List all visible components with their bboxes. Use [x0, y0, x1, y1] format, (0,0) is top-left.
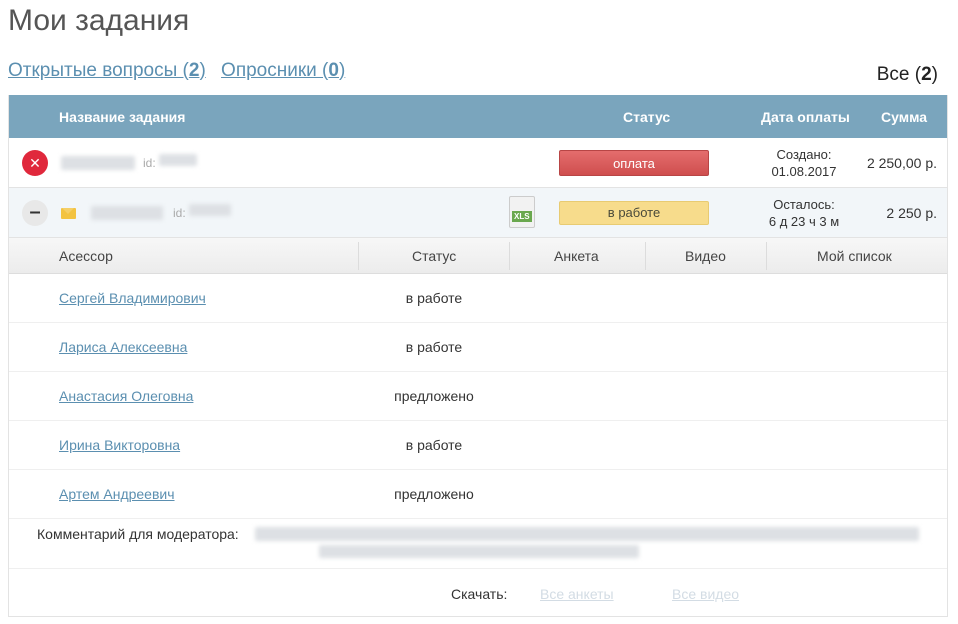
task-row-expanded[interactable]: – id: XLS в работе Осталось: 6 д 23 ч 3 …	[9, 188, 947, 238]
envelope-icon	[61, 208, 76, 219]
assessor-link[interactable]: Анастасия Олеговна	[59, 388, 193, 404]
comment-label: Комментарий для модератора:	[37, 526, 239, 542]
download-all-forms-link[interactable]: Все анкеты	[540, 586, 614, 602]
col-my-list: Мой список	[817, 248, 892, 264]
assessor-row: Ирина Викторовна в работе	[9, 421, 947, 470]
all-filter[interactable]: Все (2)	[877, 64, 938, 86]
header-status: Статус	[623, 109, 671, 125]
assessor-status: в работе	[405, 437, 463, 453]
task-date: Создано: 01.08.2017	[754, 146, 854, 180]
task-row[interactable]: ✕ id: оплата Создано: 01.08.2017 2 250,0…	[9, 138, 947, 188]
assessor-row: Артем Андреевич предложено	[9, 470, 947, 519]
tab-questionnaires[interactable]: Опросники (0)	[221, 60, 345, 81]
assessor-row: Сергей Владимирович в работе	[9, 274, 947, 323]
task-title-redacted	[61, 156, 135, 170]
assessor-status: предложено	[394, 486, 474, 502]
time-left-label: Осталось:	[773, 197, 835, 212]
date-label: Создано:	[776, 147, 832, 162]
col-status: Статус	[412, 248, 457, 264]
tab-open-questions[interactable]: Открытые вопросы (2)	[8, 60, 206, 81]
task-title-redacted	[91, 206, 163, 220]
task-time-left: Осталось: 6 д 23 ч 3 м	[754, 196, 854, 230]
tabs: Открытые вопросы (2) Опросники (0)	[8, 60, 355, 82]
header-sum: Сумма	[881, 109, 928, 125]
assessor-link[interactable]: Артем Андреевич	[59, 486, 175, 502]
header-name: Название задания	[59, 109, 186, 125]
cancel-icon[interactable]: ✕	[22, 150, 48, 176]
column-divider	[358, 242, 359, 270]
time-left-value: 6 д 23 ч 3 м	[768, 214, 840, 229]
xls-file-icon[interactable]: XLS	[509, 196, 535, 228]
task-sum: 2 250,00 р.	[866, 155, 937, 171]
tasks-table: Название задания Статус Дата оплаты Сумм…	[8, 95, 948, 617]
column-divider	[766, 242, 767, 270]
date-value: 01.08.2017	[771, 164, 837, 179]
assessor-link[interactable]: Лариса Алексеевна	[59, 339, 187, 355]
download-label: Скачать:	[451, 586, 508, 602]
page-title: Мои задания	[8, 4, 190, 37]
collapse-icon[interactable]: –	[22, 200, 48, 226]
download-bar: Скачать: Все анкеты Все видео	[9, 569, 947, 618]
status-button-pay[interactable]: оплата	[559, 150, 709, 176]
task-sum: 2 250 р.	[886, 205, 937, 221]
comment-text-redacted	[255, 527, 919, 541]
assessor-status: в работе	[405, 290, 463, 306]
assessor-link[interactable]: Сергей Владимирович	[59, 290, 206, 306]
task-id-redacted	[189, 204, 231, 216]
column-divider	[509, 242, 510, 270]
assessor-row: Лариса Алексеевна в работе	[9, 323, 947, 372]
download-all-videos-link[interactable]: Все видео	[672, 586, 739, 602]
col-form: Анкета	[554, 248, 599, 264]
column-divider	[645, 242, 646, 270]
assessor-header: Асессор Статус Анкета Видео Мой список	[9, 238, 947, 274]
assessor-row: Анастасия Олеговна предложено	[9, 372, 947, 421]
task-id-label: id:	[143, 156, 156, 170]
table-header: Название задания Статус Дата оплаты Сумм…	[9, 95, 947, 138]
assessor-status: в работе	[405, 339, 463, 355]
status-button-work[interactable]: в работе	[559, 201, 709, 225]
comment-text-redacted	[319, 545, 639, 558]
header-pay-date: Дата оплаты	[761, 109, 850, 125]
col-video: Видео	[685, 248, 726, 264]
assessor-status: предложено	[394, 388, 474, 404]
moderator-comment: Комментарий для модератора:	[9, 519, 947, 569]
task-id-redacted	[159, 154, 197, 166]
task-id-label: id:	[173, 206, 186, 220]
assessor-link[interactable]: Ирина Викторовна	[59, 437, 180, 453]
col-assessor: Асессор	[59, 248, 113, 264]
